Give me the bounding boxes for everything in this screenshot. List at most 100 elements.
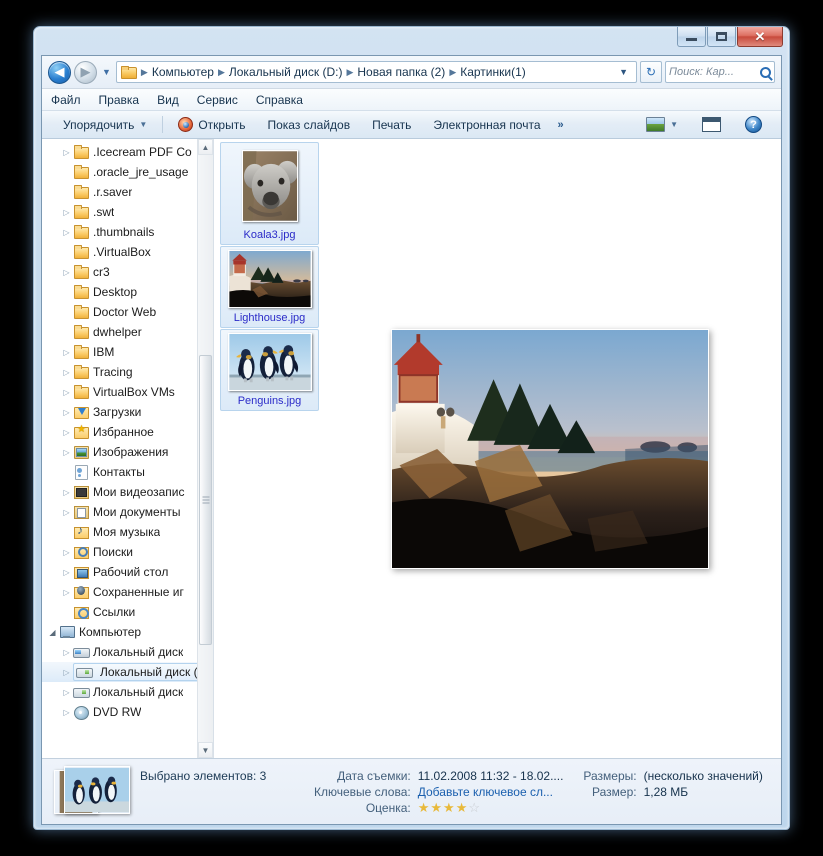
expander-icon[interactable]: ▷ <box>60 668 73 677</box>
nav-tree-item[interactable]: Моя музыка <box>42 522 213 542</box>
scrollbar-thumb[interactable] <box>199 355 212 645</box>
expander-icon[interactable]: ▷ <box>60 348 73 357</box>
expander-icon[interactable]: ▷ <box>60 148 73 157</box>
minimize-button[interactable] <box>677 27 706 47</box>
nav-item-content: DVD RW <box>73 705 141 720</box>
breadcrumb-item-pictures[interactable]: Картинки(1) <box>458 65 528 79</box>
expander-icon[interactable]: ▷ <box>60 408 73 417</box>
nav-tree-item[interactable]: .VirtualBox <box>42 242 213 262</box>
file-item-penguins[interactable]: Penguins.jpg <box>220 329 319 411</box>
star-5[interactable]: ☆ <box>468 801 480 815</box>
expander-icon[interactable]: ▷ <box>60 268 73 277</box>
tags-value[interactable]: Добавьте ключевое сл... <box>418 785 564 799</box>
title-bar[interactable]: ✕ <box>41 27 783 55</box>
scroll-down-button[interactable]: ▼ <box>198 742 213 758</box>
expander-icon[interactable]: ▷ <box>60 568 73 577</box>
expander-icon[interactable]: ▷ <box>60 588 73 597</box>
nav-tree-item[interactable]: Контакты <box>42 462 213 482</box>
star-1[interactable]: ★ <box>418 801 430 815</box>
expander-icon[interactable]: ▷ <box>60 488 73 497</box>
expander-icon[interactable]: ▷ <box>60 388 73 397</box>
file-name-label: Koala3.jpg <box>243 229 296 241</box>
breadcrumb-separator: ▶ <box>140 66 148 77</box>
nav-item-label: Desktop <box>93 285 138 299</box>
close-button[interactable]: ✕ <box>737 27 783 47</box>
scroll-up-button[interactable]: ▲ <box>198 139 213 155</box>
help-button[interactable]: ? <box>734 116 773 133</box>
organize-button[interactable]: Упорядочить ▼ <box>52 118 158 132</box>
chevron-down-icon[interactable]: ▼ <box>613 67 634 77</box>
nav-tree-item[interactable]: ▷ Рабочий стол <box>42 562 213 582</box>
rating-stars[interactable]: ★ ★ ★ ★ ☆ <box>418 801 564 815</box>
nav-tree-item[interactable]: ▷ Мои видеозапис <box>42 482 213 502</box>
nav-tree-item[interactable]: ▷ cr3 <box>42 262 213 282</box>
expander-icon[interactable]: ◢ <box>46 628 59 637</box>
nav-tree-item[interactable]: ▷ .Icecream PDF Co <box>42 142 213 162</box>
nav-tree-item[interactable]: ▷ Загрузки <box>42 402 213 422</box>
nav-tree-item[interactable]: ▷ Tracing <box>42 362 213 382</box>
expander-icon[interactable]: ▷ <box>60 508 73 517</box>
nav-tree-item[interactable]: .r.saver <box>42 182 213 202</box>
show-preview-pane-button[interactable] <box>691 117 732 132</box>
menu-file[interactable]: Файл <box>51 93 81 107</box>
expander-icon[interactable]: ▷ <box>60 448 73 457</box>
menu-tools[interactable]: Сервис <box>197 93 238 107</box>
nav-tree-item[interactable]: Desktop <box>42 282 213 302</box>
expander-icon[interactable]: ▷ <box>60 548 73 557</box>
change-view-button[interactable]: ▼ <box>635 117 689 132</box>
nav-tree-item[interactable]: Doctor Web <box>42 302 213 322</box>
menu-help[interactable]: Справка <box>256 93 303 107</box>
nav-tree-item[interactable]: Ссылки <box>42 602 213 622</box>
navigation-scrollbar[interactable]: ▲ ▼ <box>197 139 213 758</box>
menu-view[interactable]: Вид <box>157 93 179 107</box>
maximize-button[interactable] <box>707 27 736 47</box>
star-4[interactable]: ★ <box>456 801 468 815</box>
refresh-button[interactable]: ↻ <box>640 61 662 83</box>
nav-tree-item[interactable]: ▷ DVD RW <box>42 702 213 722</box>
print-button[interactable]: Печать <box>361 118 422 132</box>
breadcrumb-item-new-folder[interactable]: Новая папка (2) <box>355 65 447 79</box>
back-button[interactable]: ◀ <box>48 60 71 84</box>
nav-tree-item[interactable]: .oracle_jre_usage <box>42 162 213 182</box>
nav-tree-item[interactable]: ▷ Локальный диск <box>42 682 213 702</box>
preview-pane-icon <box>702 117 721 132</box>
expander-icon[interactable]: ▷ <box>60 428 73 437</box>
file-item-lighthouse[interactable]: Lighthouse.jpg <box>220 246 319 328</box>
thumbnail-wrap <box>221 330 318 394</box>
nav-tree-item[interactable]: ▷ Локальный диск (D:) <box>42 662 213 682</box>
expander-icon[interactable]: ▷ <box>60 688 73 697</box>
nav-tree-item[interactable]: dwhelper <box>42 322 213 342</box>
nav-tree-item[interactable]: ▷ Локальный диск <box>42 642 213 662</box>
menu-edit[interactable]: Правка <box>99 93 140 107</box>
overflow-chevron-icon[interactable]: » <box>552 119 570 131</box>
nav-tree-item[interactable]: ▷ VirtualBox VMs <box>42 382 213 402</box>
nav-tree-item[interactable]: ▷ Поиски <box>42 542 213 562</box>
expander-icon[interactable]: ▷ <box>60 228 73 237</box>
expander-icon[interactable]: ▷ <box>60 708 73 717</box>
breadcrumb-item-drive-d[interactable]: Локальный диск (D:) <box>227 65 345 79</box>
open-button[interactable]: Открыть <box>167 117 256 132</box>
expander-icon[interactable]: ▷ <box>60 208 73 217</box>
nav-tree-item[interactable]: ▷ Изображения <box>42 442 213 462</box>
expander-icon[interactable]: ▷ <box>60 648 73 657</box>
file-list-pane[interactable]: Koala3.jpg Lighthouse.jpg Penguins.jpg <box>214 139 781 758</box>
nav-tree-item[interactable]: ▷ .thumbnails <box>42 222 213 242</box>
star-3[interactable]: ★ <box>443 801 455 815</box>
breadcrumb-item-computer[interactable]: Компьютер <box>150 65 216 79</box>
nav-tree-item[interactable]: ▷ Избранное <box>42 422 213 442</box>
forward-button[interactable]: ▶ <box>74 60 97 84</box>
email-button[interactable]: Электронная почта <box>422 118 551 132</box>
breadcrumb-bar[interactable]: ▶ Компьютер ▶ Локальный диск (D:) ▶ Нова… <box>115 61 637 83</box>
nav-tree-item[interactable]: ◢ Компьютер <box>42 622 213 642</box>
file-item-koala[interactable]: Koala3.jpg <box>220 142 319 245</box>
slideshow-button[interactable]: Показ слайдов <box>256 118 361 132</box>
recent-locations-icon[interactable]: ▼ <box>100 67 113 77</box>
expander-icon[interactable]: ▷ <box>60 368 73 377</box>
star-2[interactable]: ★ <box>430 801 442 815</box>
nav-tree-item[interactable]: ▷ Мои документы <box>42 502 213 522</box>
nav-tree-item[interactable]: ▷ Сохраненные иг <box>42 582 213 602</box>
nav-tree-item[interactable]: ▷ .swt <box>42 202 213 222</box>
search-input[interactable]: Поиск: Кар... <box>665 61 775 83</box>
nav-tree-item[interactable]: ▷ IBM <box>42 342 213 362</box>
nav-item-content: Локальный диск <box>73 645 183 659</box>
